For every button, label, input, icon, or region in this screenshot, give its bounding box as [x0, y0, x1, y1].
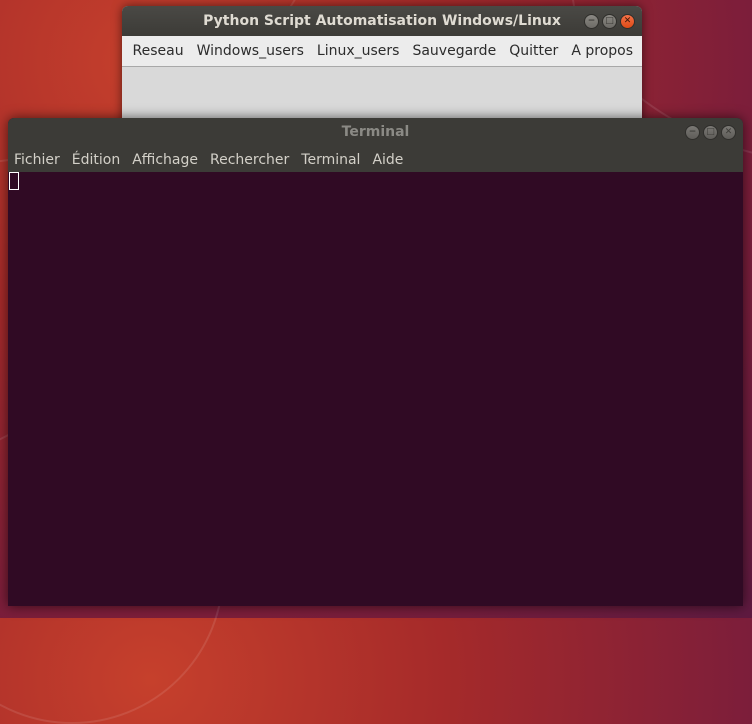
menu-sauvegarde[interactable]: Sauvegarde — [406, 43, 503, 59]
menu-windows-users[interactable]: Windows_users — [190, 43, 310, 59]
terminal-menubar: Fichier Édition Affichage Rechercher Ter… — [8, 147, 743, 172]
menu-reseau[interactable]: Reseau — [126, 43, 190, 59]
menu-linux-users[interactable]: Linux_users — [310, 43, 406, 59]
minimize-icon[interactable]: − — [685, 125, 700, 140]
close-icon[interactable]: ✕ — [721, 125, 736, 140]
menu-aide[interactable]: Aide — [366, 152, 409, 168]
terminal-window-controls: − □ ✕ — [685, 118, 736, 147]
menu-affichage[interactable]: Affichage — [126, 152, 204, 168]
maximize-icon[interactable]: □ — [602, 13, 617, 29]
menu-rechercher[interactable]: Rechercher — [204, 152, 295, 168]
menu-terminal[interactable]: Terminal — [295, 152, 366, 168]
app-window-controls: − □ ✕ — [584, 6, 635, 36]
menu-quitter[interactable]: Quitter — [503, 43, 565, 59]
terminal-title: Terminal — [341, 124, 410, 140]
terminal-output[interactable] — [8, 172, 743, 606]
close-icon[interactable]: ✕ — [620, 13, 635, 29]
menu-a-propos[interactable]: A propos — [565, 43, 640, 59]
text-cursor — [9, 172, 19, 190]
app-content-area — [122, 67, 642, 124]
minimize-icon[interactable]: − — [584, 13, 599, 29]
maximize-icon[interactable]: □ — [703, 125, 718, 140]
menu-fichier[interactable]: Fichier — [8, 152, 66, 168]
app-title: Python Script Automatisation Windows/Lin… — [203, 13, 561, 29]
terminal-titlebar[interactable]: Terminal − □ ✕ — [8, 118, 743, 147]
app-titlebar[interactable]: Python Script Automatisation Windows/Lin… — [122, 6, 642, 36]
app-window: Python Script Automatisation Windows/Lin… — [122, 6, 642, 124]
menu-edition[interactable]: Édition — [66, 152, 126, 168]
app-menubar: Reseau Windows_users Linux_users Sauvega… — [122, 36, 642, 67]
terminal-window: Terminal − □ ✕ Fichier Édition Affichage… — [8, 118, 743, 606]
